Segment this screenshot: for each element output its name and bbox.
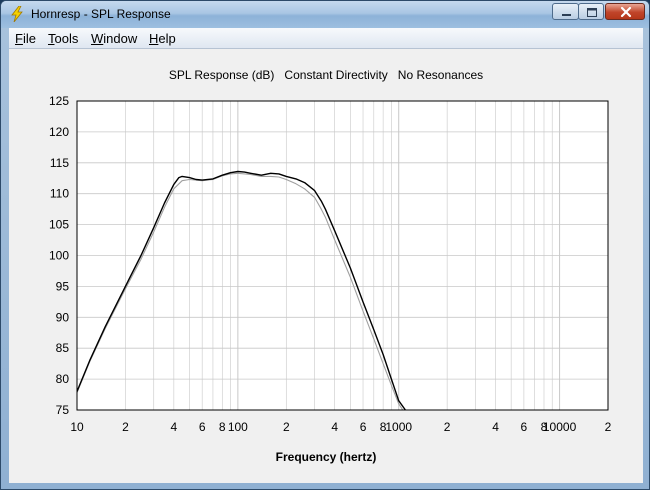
minimize-button[interactable] <box>552 3 579 20</box>
y-tick-label: 85 <box>56 341 70 355</box>
x-tick-label: 2 <box>605 420 612 434</box>
minimize-icon <box>562 14 571 16</box>
spl-chart: 758085909510010511011512012510 2 4 6 8 100 2 4 6… <box>49 68 612 464</box>
y-tick-label: 80 <box>56 372 70 386</box>
x-tick-label: 2 <box>122 420 129 434</box>
x-tick-label: 8 <box>219 420 226 434</box>
window-title: Hornresp - SPL Response <box>31 7 171 21</box>
x-tick-label: 6 <box>199 420 206 434</box>
x-tick-label: 4 <box>171 420 178 434</box>
x-tick-label: 6 <box>360 420 367 434</box>
x-tick-label: 10000 <box>543 420 577 434</box>
x-tick-label: 10 <box>70 420 84 434</box>
y-tick-label: 120 <box>49 125 69 139</box>
menu-help[interactable]: Help <box>149 31 176 46</box>
close-icon <box>620 6 632 18</box>
menu-window-label: indow <box>103 31 138 46</box>
y-tick-label: 115 <box>50 156 69 170</box>
close-button[interactable] <box>605 3 645 20</box>
app-window: Hornresp - SPL Response File Tools Windo… <box>0 0 650 490</box>
menu-file[interactable]: File <box>15 31 36 46</box>
title-bar[interactable]: Hornresp - SPL Response <box>1 1 649 28</box>
y-tick-label: 90 <box>56 310 70 324</box>
menu-bar: File Tools Window Help <box>9 28 643 49</box>
x-axis-label: Frequency (hertz) <box>276 450 377 464</box>
menu-tools-label: ools <box>54 31 79 46</box>
y-tick-label: 75 <box>56 403 70 417</box>
menu-file-accel: F <box>15 31 23 46</box>
maximize-icon <box>587 8 597 17</box>
x-tick-label: 1000 <box>385 420 412 434</box>
maximize-button[interactable] <box>578 3 604 20</box>
chart-area: 75 80 85 90 95 100 105 110 115 120 125 10 2 4 6 8 100 2 4 6… <box>9 49 643 483</box>
y-tick-label: 95 <box>56 279 70 293</box>
x-tick-label: 2 <box>444 420 451 434</box>
x-tick-label: 6 <box>521 420 528 434</box>
menu-file-label: ile <box>22 31 36 46</box>
menu-window-accel: W <box>91 31 104 46</box>
y-tick-label: 110 <box>50 187 69 201</box>
x-tick-label: 4 <box>331 420 338 434</box>
y-tick-label: 125 <box>49 94 69 108</box>
lightning-icon <box>11 6 23 22</box>
x-tick-label: 4 <box>492 420 499 434</box>
menu-help-accel: H <box>149 31 159 46</box>
x-tick-label: 100 <box>228 420 248 434</box>
menu-help-label: elp <box>158 31 176 46</box>
chart-title: SPL Response (dB) Constant Directivity N… <box>169 68 483 82</box>
menu-window[interactable]: Window <box>91 31 137 46</box>
menu-tools[interactable]: Tools <box>48 31 78 46</box>
y-tick-label: 105 <box>49 218 69 232</box>
y-tick-label: 100 <box>49 249 69 263</box>
x-tick-label: 2 <box>283 420 290 434</box>
